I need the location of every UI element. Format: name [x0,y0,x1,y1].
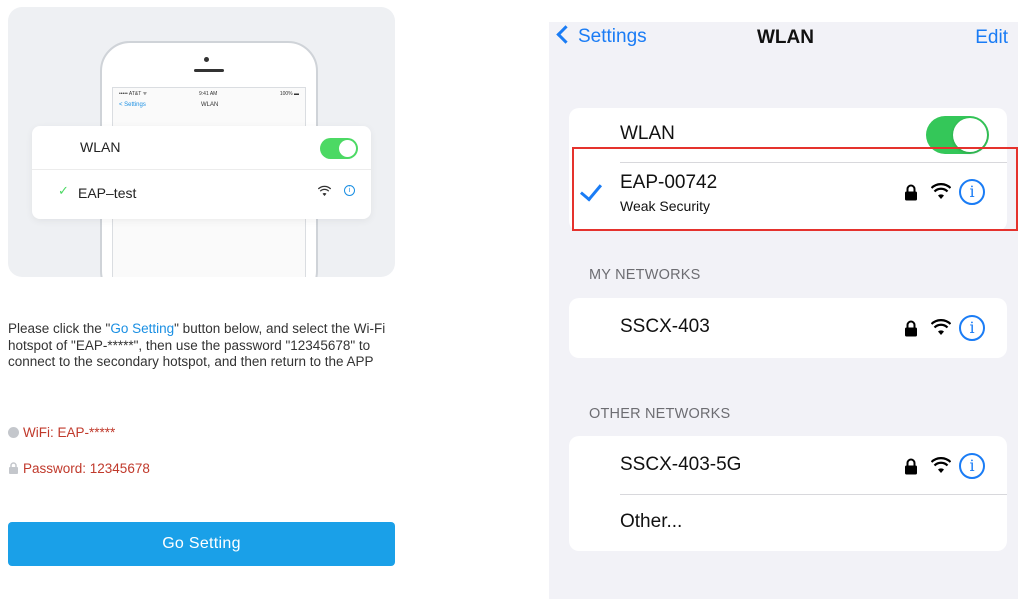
info-icon[interactable]: i [959,453,985,479]
my-networks-header: MY NETWORKS [589,267,701,283]
my-networks-group: SSCX-403 i [569,298,1007,358]
ios-wlan-settings: Settings WLAN Edit WLAN EAP-00742 Weak S… [549,22,1018,599]
phone-nav-title: WLAN [201,102,219,108]
back-label: Settings [578,26,647,47]
edit-button[interactable]: Edit [975,27,1008,49]
network-row-sscx-403[interactable]: SSCX-403 i [569,298,1007,358]
phone-nav-bar: < Settings WLAN [119,102,299,112]
lock-icon [905,320,917,337]
setup-illustration: ••••• AT&T ᯤ 9:41 AM 100% ▬ < Settings W… [8,7,395,277]
nav-bar: Settings WLAN Edit [549,22,1018,62]
highlight-annotation [572,147,1018,231]
password-credential: Password: 12345678 [8,461,150,476]
wlan-label: WLAN [620,123,675,144]
password-credential-text: Password: 12345678 [23,461,150,476]
instruction-part-1: Please click the " [8,321,111,336]
wifi-credential-text: WiFi: EAP-***** [23,425,116,440]
illustration-wlan-row: WLAN [32,126,371,170]
other-networks-header: OTHER NETWORKS [589,406,731,422]
network-name: SSCX-403 [620,316,710,337]
lock-icon [9,462,18,474]
other-networks-group: SSCX-403-5G i Other... [569,436,1007,551]
wifi-dot-icon [8,427,19,438]
illustration-network-name: EAP–test [78,185,137,201]
speaker-slot [194,69,224,72]
checkmark-icon: ✓ [58,183,69,198]
chevron-left-icon [556,25,575,44]
info-icon[interactable]: i [959,315,985,341]
status-time: 9:41 AM [199,91,218,97]
phone-status-bar: ••••• AT&T ᯤ 9:41 AM 100% ▬ [119,91,299,99]
wifi-credential: WiFi: EAP-***** [8,425,115,440]
network-name: SSCX-403-5G [620,454,742,475]
status-carrier: ••••• AT&T ᯤ [119,91,148,97]
illustration-wlan-card: WLAN ✓ EAP–test i [32,126,371,219]
other-network-row[interactable]: Other... [569,495,1007,551]
phone-nav-back: < Settings [119,102,146,108]
go-setting-button[interactable]: Go Setting [8,522,395,566]
other-label: Other... [620,511,683,532]
wifi-icon [931,319,951,335]
status-battery: 100% ▬ [279,91,299,97]
instruction-highlight: Go Setting [110,321,175,336]
wifi-icon [931,457,951,473]
back-button[interactable]: Settings [556,25,647,48]
network-row-sscx-403-5g[interactable]: SSCX-403-5G i [569,436,1007,494]
illustration-wlan-toggle [320,138,358,159]
camera-dot [204,57,209,62]
info-icon: i [344,185,355,196]
toggle-knob [339,140,356,157]
lock-icon [905,458,917,475]
instruction-text: Please click the "Go Setting" button bel… [8,321,398,371]
illustration-network-row: ✓ EAP–test i [32,171,371,219]
illustration-wlan-label: WLAN [80,139,121,155]
wifi-icon [318,185,331,197]
network-status-icons: i [899,315,989,343]
network-status-icons: i [899,453,989,481]
page-title: WLAN [757,27,814,48]
